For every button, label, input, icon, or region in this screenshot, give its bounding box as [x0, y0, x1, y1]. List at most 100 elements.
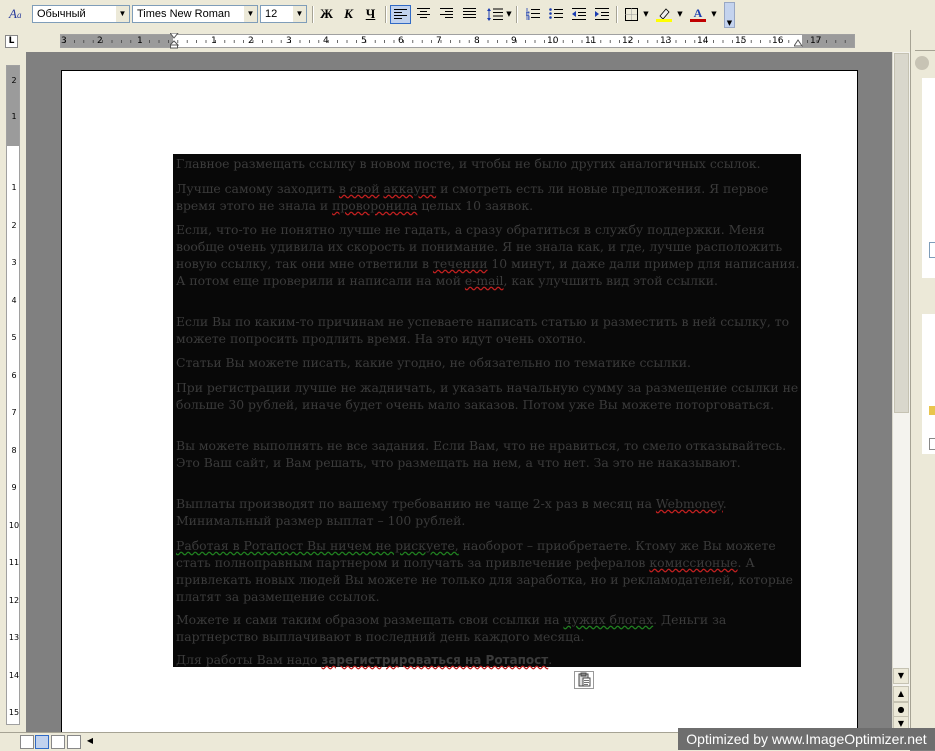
decrease-indent-button[interactable]	[568, 5, 589, 24]
chevron-down-icon[interactable]: ▼	[244, 6, 257, 22]
paragraph[interactable]: Главное размещать ссылку в новом посте, …	[176, 155, 800, 172]
paragraph[interactable]: Можете и сами таким образом размещать св…	[176, 611, 800, 645]
horizontal-ruler[interactable]: 3 2 1 1 2 3 4 5 6 7 8 9 10 11 12 13 14 1…	[60, 33, 855, 49]
align-center-button[interactable]	[413, 5, 434, 24]
chevron-down-icon[interactable]: ▼	[505, 5, 513, 24]
print-layout-view-button[interactable]	[51, 735, 65, 749]
scroll-down-button[interactable]: ▼	[893, 668, 909, 684]
register-link[interactable]: зарегистрироваться на Ротапост	[321, 653, 548, 667]
misspelled-word[interactable]: в свой	[339, 181, 380, 196]
ruler-number: 1	[137, 36, 143, 46]
paragraph[interactable]: Если, что-то не понятно лучше не гадать,…	[176, 221, 800, 289]
paragraph[interactable]: Лучше самому заходить в свой аккаунт и с…	[176, 180, 800, 214]
ruler-number: 1	[11, 183, 17, 192]
ruler-number: 9	[11, 483, 17, 492]
watermark-text: Optimized by www.ImageOptimizer.net	[678, 728, 935, 750]
ruler-number: 5	[361, 36, 367, 46]
bold-button[interactable]: Ж	[316, 5, 337, 24]
line-spacing-icon	[486, 8, 503, 21]
paragraph[interactable]: Вы можете выполнять не все задания. Если…	[176, 437, 800, 471]
paragraph[interactable]: При регистрации лучше не жадничать, и ук…	[176, 379, 800, 413]
misspelled-word[interactable]: e-mail	[465, 273, 504, 288]
bullet-list-icon	[548, 8, 563, 19]
paragraph[interactable]: Если Вы по каким-то причинам не успевает…	[176, 313, 800, 347]
borders-icon	[625, 8, 638, 21]
back-icon[interactable]	[915, 56, 929, 70]
ruler-number: 3	[286, 36, 292, 46]
ruler-number: 15	[735, 36, 747, 46]
ruler-number: 1	[11, 112, 17, 121]
style-combo[interactable]: Обычный ▼	[32, 5, 130, 23]
taskpane-input[interactable]	[929, 242, 935, 258]
grammar-flagged-text[interactable]: чужих блогах	[563, 612, 653, 627]
vertical-ruler[interactable]: 2 1 1 2 3 4 5 6 7 8 9 10 11 12 13 14 15	[6, 65, 20, 725]
formatting-toolbar: Aa Обычный ▼ Times New Roman ▼ 12 ▼ Ж К Ч ▼…	[0, 0, 935, 31]
ruler-number: 7	[11, 408, 17, 417]
misspelled-word[interactable]: Webmoney	[656, 496, 723, 511]
increase-indent-button[interactable]	[591, 5, 612, 24]
vertical-scrollbar[interactable]: ▼ ▲ ● ▼	[892, 52, 910, 732]
web-layout-view-button[interactable]	[35, 735, 49, 749]
bullets-button[interactable]	[545, 5, 566, 24]
ruler-number: 2	[97, 36, 103, 46]
ruler-number: 17	[810, 36, 822, 46]
grammar-flagged-text[interactable]: Работая в Ротапост Вы ничем не рискуете,	[176, 538, 459, 553]
ruler-number: 14	[8, 671, 20, 680]
decrease-indent-icon	[571, 8, 586, 20]
taskpane-header	[915, 36, 935, 51]
scroll-left-button[interactable]: ◀	[84, 735, 96, 747]
line-spacing-button[interactable]	[484, 5, 505, 24]
ruler-number: 4	[11, 296, 17, 305]
underline-button[interactable]: Ч	[360, 5, 381, 24]
increase-indent-icon	[594, 8, 609, 20]
paste-options-button[interactable]	[574, 671, 594, 689]
folder-icon[interactable]	[929, 406, 935, 415]
ruler-number: 9	[511, 36, 517, 46]
toolbar-options-button[interactable]: ▼	[724, 2, 735, 28]
right-indent-marker[interactable]	[794, 38, 803, 47]
font-color-icon: A	[689, 6, 706, 22]
scrollbar-thumb[interactable]	[894, 53, 909, 413]
misspelled-word[interactable]: течении	[433, 256, 488, 271]
misspelled-word[interactable]: аккаунт	[383, 181, 436, 196]
text-run: Можете и сами таким образом размещать св…	[176, 612, 564, 627]
paragraph[interactable]: Выплаты производят по вашему требованию …	[176, 495, 800, 529]
paragraph[interactable]: Для работы Вам надо зарегистрироваться н…	[176, 651, 800, 669]
align-left-button[interactable]	[390, 5, 411, 24]
chevron-down-icon[interactable]: ▼	[710, 5, 718, 24]
numbering-button[interactable]	[522, 5, 543, 24]
chevron-down-icon[interactable]: ▼	[293, 6, 306, 22]
paragraph[interactable]: Работая в Ротапост Вы ничем не рискуете,…	[176, 537, 800, 605]
italic-button[interactable]: К	[338, 5, 359, 24]
chevron-down-icon[interactable]: ▼	[676, 5, 684, 24]
borders-button[interactable]	[621, 5, 642, 24]
font-color-button[interactable]: A	[687, 5, 708, 24]
ruler-number: 3	[61, 36, 67, 46]
numbered-list-icon	[525, 8, 540, 21]
misspelled-word[interactable]: комиссионые	[649, 555, 737, 570]
first-line-indent-marker[interactable]	[170, 33, 179, 49]
font-size-combo[interactable]: 12 ▼	[260, 5, 307, 23]
justify-button[interactable]	[459, 5, 480, 24]
tab-selector[interactable]: L	[5, 35, 18, 48]
normal-view-button[interactable]	[20, 735, 34, 749]
ruler-number: 2	[11, 76, 17, 85]
styles-pane-icon[interactable]: Aa	[9, 6, 29, 24]
misspelled-word[interactable]: проворонила	[332, 198, 417, 213]
highlight-button[interactable]	[653, 5, 674, 24]
align-right-button[interactable]	[436, 5, 457, 24]
ruler-number: 13	[8, 633, 20, 642]
align-center-icon	[417, 8, 430, 18]
font-combo[interactable]: Times New Roman ▼	[132, 5, 258, 23]
ruler-number: 12	[622, 36, 634, 46]
reading-layout-view-button[interactable]	[67, 735, 81, 749]
chevron-down-icon[interactable]: ▼	[116, 6, 129, 22]
text-run: Для работы Вам надо	[176, 652, 322, 667]
document-icon[interactable]	[929, 438, 935, 450]
ruler-number: 15	[8, 708, 20, 717]
ruler-number: 12	[8, 596, 20, 605]
previous-page-button[interactable]: ▲	[893, 686, 909, 702]
chevron-down-icon[interactable]: ▼	[642, 5, 650, 24]
paragraph[interactable]: Статьи Вы можете писать, какие угодно, н…	[176, 354, 800, 371]
ruler-number: 8	[11, 446, 17, 455]
